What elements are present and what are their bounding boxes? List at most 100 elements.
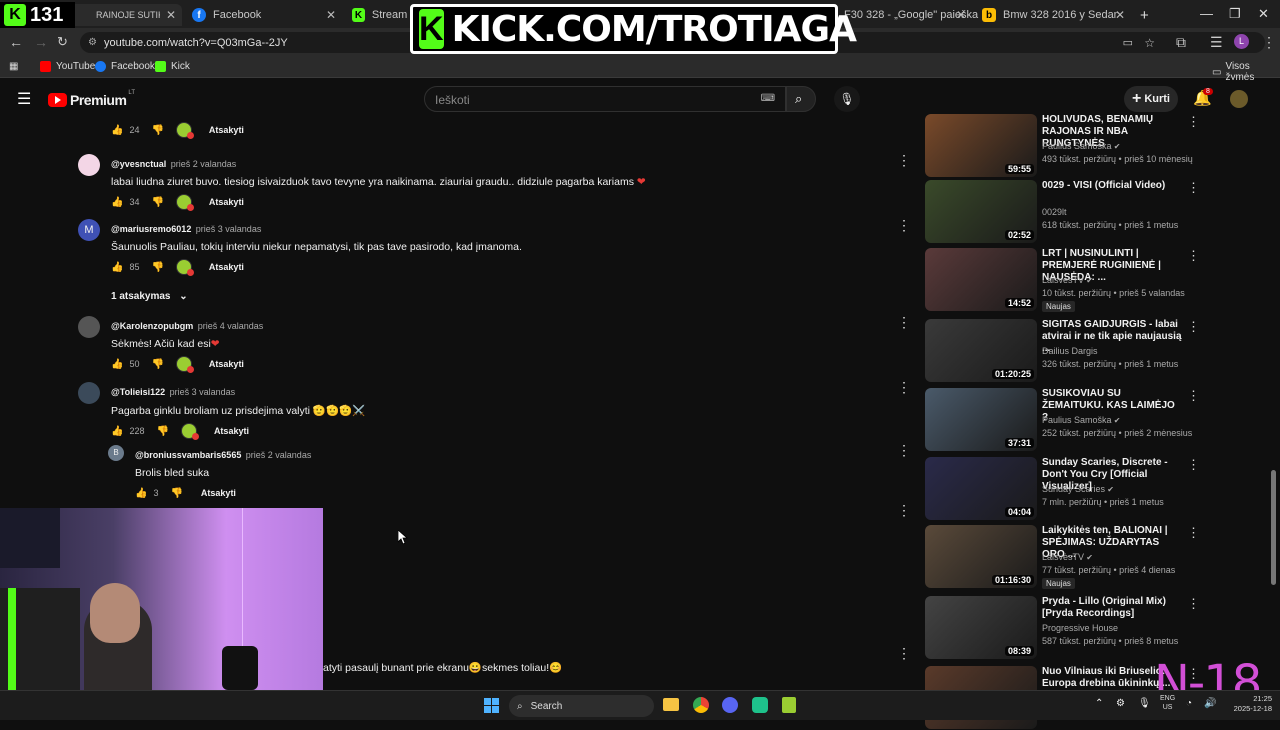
comment-time[interactable]: prieš 4 valandas: [198, 321, 264, 331]
like-icon[interactable]: 👍: [111, 262, 123, 273]
video-thumbnail[interactable]: 04:04: [925, 457, 1037, 520]
comment-menu-icon[interactable]: ⋮: [897, 442, 911, 459]
discord-icon[interactable]: [722, 697, 738, 713]
search-button[interactable]: ⌕: [786, 86, 816, 112]
bookmark-facebook[interactable]: Facebook: [95, 61, 155, 72]
comment-menu-icon[interactable]: ⋮: [897, 152, 911, 169]
video-thumbnail[interactable]: 14:52: [925, 248, 1037, 311]
avatar[interactable]: M: [78, 219, 100, 241]
maximize-icon[interactable]: ❐: [1229, 6, 1241, 22]
video-channel[interactable]: 0029lt: [1042, 207, 1067, 217]
comment-time[interactable]: prieš 2 valandas: [246, 450, 312, 460]
windows-start-icon[interactable]: [484, 698, 499, 713]
reply-button[interactable]: Atsakyti: [209, 197, 244, 207]
video-channel[interactable]: Sunday Scaries: [1042, 484, 1105, 494]
like-icon[interactable]: 👍: [111, 197, 123, 208]
bookmark-youtube[interactable]: YouTube: [40, 61, 95, 72]
video-channel[interactable]: LaisvėsTV: [1042, 275, 1084, 285]
profile-avatar[interactable]: L: [1234, 34, 1249, 49]
video-channel[interactable]: Dailius Dargis: [1042, 346, 1098, 356]
comment-author[interactable]: @Tolieisi122: [111, 387, 165, 397]
video-menu-icon[interactable]: ⋮: [1187, 457, 1200, 473]
search-input[interactable]: Ieškoti ⌨: [424, 86, 786, 112]
like-icon[interactable]: 👍: [111, 426, 123, 437]
reload-icon[interactable]: ↻: [57, 34, 68, 50]
dislike-icon[interactable]: 👎: [151, 262, 163, 273]
scrollbar-thumb[interactable]: [1271, 470, 1276, 585]
show-replies-button[interactable]: 1 atsakymas ⌄: [111, 291, 522, 302]
comment-time[interactable]: prieš 2 valandas: [171, 159, 237, 169]
keyboard-icon[interactable]: ⌨: [761, 93, 775, 104]
browser-tab-3[interactable]: K Stream - Kick: [346, 4, 416, 26]
video-menu-icon[interactable]: ⋮: [1187, 596, 1200, 612]
video-thumbnail[interactable]: 37:31: [925, 388, 1037, 451]
comment-menu-icon[interactable]: ⋮: [897, 645, 911, 662]
site-info-icon[interactable]: ⚙: [88, 37, 97, 48]
avatar[interactable]: [78, 382, 100, 404]
file-explorer-icon[interactable]: [663, 698, 679, 711]
tab-close-icon[interactable]: ✕: [326, 8, 336, 22]
back-icon[interactable]: ←: [9, 34, 23, 50]
comment-author[interactable]: @mariusremo6012: [111, 224, 191, 234]
tray-app-icon[interactable]: ⚙: [1116, 698, 1125, 709]
reply-button[interactable]: Atsakyti: [209, 359, 244, 369]
apps-grid-icon[interactable]: ▦: [9, 61, 18, 72]
dislike-icon[interactable]: 👎: [156, 426, 168, 437]
video-title[interactable]: Pryda - Lillo (Original Mix) [Pryda Reco…: [1042, 596, 1182, 620]
related-video-item[interactable]: 04:04 Sunday Scaries, Discrete - Don't Yo…: [925, 457, 1200, 521]
volume-icon[interactable]: 🔊: [1204, 698, 1216, 709]
video-thumbnail[interactable]: 01:20:25: [925, 319, 1037, 382]
dislike-icon[interactable]: 👎: [151, 359, 163, 370]
forward-icon[interactable]: →: [34, 34, 48, 50]
comment-menu-icon[interactable]: ⋮: [897, 314, 911, 331]
chrome-menu-icon[interactable]: ⋮: [1262, 34, 1276, 51]
video-thumbnail[interactable]: 59:55: [925, 114, 1037, 177]
chrome-icon[interactable]: [693, 697, 709, 713]
video-channel[interactable]: LaisvėsTV: [1042, 552, 1084, 562]
youtube-logo[interactable]: Premium LT: [48, 90, 135, 108]
video-thumbnail[interactable]: 01:16:30: [925, 525, 1037, 588]
language-indicator[interactable]: ENG US: [1160, 694, 1175, 712]
comment-menu-icon[interactable]: ⋮: [897, 217, 911, 234]
related-video-item[interactable]: 59:55 HOLIVUDAS, BENAMIŲ RAJONAS IR NBA R…: [925, 114, 1200, 178]
tray-chevron-icon[interactable]: ⌃: [1095, 698, 1103, 709]
microphone-icon[interactable]: 🎙: [1138, 698, 1151, 709]
wifi-icon[interactable]: ◔: [1186, 698, 1192, 709]
comment-time[interactable]: prieš 3 valandas: [196, 224, 262, 234]
dislike-icon[interactable]: 👎: [151, 125, 163, 136]
video-menu-icon[interactable]: ⋮: [1187, 525, 1200, 541]
comment-menu-icon[interactable]: ⋮: [897, 379, 911, 396]
app-icon[interactable]: [782, 697, 796, 713]
clock[interactable]: 21:25 2025-12-18: [1224, 694, 1272, 714]
comment-menu-icon[interactable]: ⋮: [897, 502, 911, 519]
video-thumbnail[interactable]: 08:39: [925, 596, 1037, 659]
bookmark-star-icon[interactable]: ☆: [1144, 36, 1155, 50]
account-avatar[interactable]: [1230, 90, 1248, 108]
taskbar-search[interactable]: ⌕ Search: [509, 695, 654, 717]
dislike-icon[interactable]: 👎: [151, 197, 163, 208]
video-channel[interactable]: Paulius Samoška: [1042, 141, 1112, 151]
related-video-item[interactable]: 02:52 0029 - VISI (Official Video) 0029lt 6…: [925, 180, 1200, 244]
avatar[interactable]: B: [108, 445, 124, 461]
related-video-item[interactable]: 08:39 Pryda - Lillo (Original Mix) [Pryda…: [925, 596, 1200, 660]
comment-author[interactable]: @broniussvambaris6565: [135, 450, 241, 460]
extensions-icon[interactable]: ⧉: [1176, 34, 1186, 51]
minimize-icon[interactable]: —: [1200, 6, 1213, 21]
video-thumbnail[interactable]: 02:52: [925, 180, 1037, 243]
video-menu-icon[interactable]: ⋮: [1187, 319, 1200, 335]
avatar[interactable]: [78, 154, 100, 176]
reply-button[interactable]: Atsakyti: [209, 262, 244, 272]
cast-icon[interactable]: ▭: [1123, 36, 1133, 49]
browser-tab-1[interactable]: RAINOJE SUTIKAU KARIU ✕: [64, 4, 182, 26]
related-video-item[interactable]: 14:52 LRT | NUSINULINTI | PREMJERĖ RUGINI…: [925, 248, 1200, 312]
browser-tab-2[interactable]: f Facebook ✕: [186, 4, 342, 26]
related-video-item[interactable]: 37:31 SUSIKOVIAU SU ŽEMAITUKU. KAS LAIMĖJ…: [925, 388, 1200, 452]
tab-close-icon[interactable]: ✕: [1115, 8, 1125, 22]
comment-author[interactable]: @Karolenzopubgm: [111, 321, 193, 331]
new-tab-button[interactable]: +: [1134, 4, 1154, 26]
create-button[interactable]: + Kurti: [1124, 86, 1178, 112]
like-icon[interactable]: 👍: [135, 488, 147, 499]
reply-button[interactable]: Atsakyti: [201, 488, 236, 498]
video-menu-icon[interactable]: ⋮: [1187, 114, 1200, 130]
video-menu-icon[interactable]: ⋮: [1187, 180, 1200, 196]
